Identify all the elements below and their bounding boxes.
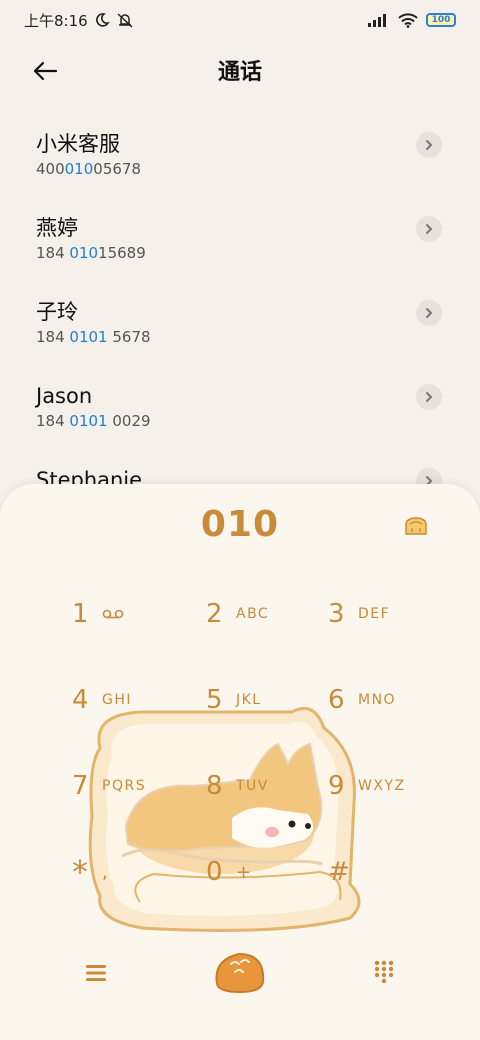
key-5[interactable]: 5 JKL: [206, 670, 316, 730]
key-letters: GHI: [102, 692, 133, 708]
signal-icon: [368, 14, 386, 27]
key-row: 1 2 ABC 3 DEF: [0, 584, 480, 670]
menu-icon[interactable]: [84, 962, 108, 984]
contact-detail-button[interactable]: [416, 300, 442, 326]
key-digit: #: [328, 857, 350, 887]
key-8[interactable]: 8 TUV: [206, 756, 316, 816]
key-7[interactable]: 7 PQRS: [72, 756, 182, 816]
contact-list: 小米客服 40001005678 燕婷 184 01015689 子玲 184 …: [0, 120, 480, 540]
number-match: 010: [64, 160, 94, 178]
contact-name: Jason: [36, 384, 93, 408]
key-digit: 6: [328, 685, 345, 715]
contact-row[interactable]: 小米客服 40001005678: [0, 120, 480, 204]
key-digit: 9: [328, 771, 345, 801]
key-1[interactable]: 1: [72, 584, 182, 644]
key-9[interactable]: 9 WXYZ: [328, 756, 438, 816]
contact-number: 184 0101 0029: [36, 410, 444, 432]
contact-row[interactable]: 燕婷 184 01015689: [0, 204, 480, 288]
key-row: * , 0 + #: [0, 842, 480, 928]
page-title: 通话: [217, 60, 262, 85]
key-digit: 2: [206, 599, 223, 629]
contact-number: 184 01015689: [36, 242, 444, 264]
key-hash[interactable]: #: [328, 842, 438, 902]
contact-row[interactable]: 子玲 184 0101 5678: [0, 288, 480, 372]
key-letters: JKL: [236, 692, 262, 708]
key-digit: 8: [206, 771, 223, 801]
key-digit: 7: [72, 771, 89, 801]
dialer-panel: 010 1 2 ABC 3 DEF 4 GHI 5 JKL 6 MNO 7 PQ…: [0, 484, 480, 1040]
bread-icon[interactable]: [404, 514, 428, 536]
key-letters: PQRS: [102, 778, 147, 794]
key-6[interactable]: 6 MNO: [328, 670, 438, 730]
key-2[interactable]: 2 ABC: [206, 584, 316, 644]
key-digit: 3: [328, 599, 345, 629]
key-letters: DEF: [358, 606, 391, 622]
key-digit: 1: [72, 599, 89, 629]
key-letters: TUV: [236, 778, 269, 794]
key-letters: WXYZ: [358, 778, 406, 794]
contact-detail-button[interactable]: [416, 216, 442, 242]
contact-name: 子玲: [36, 300, 78, 324]
key-row: 4 GHI 5 JKL 6 MNO: [0, 670, 480, 756]
key-star[interactable]: * ,: [72, 842, 182, 902]
dialpad-icon[interactable]: [374, 960, 394, 984]
contact-name: 小米客服: [36, 132, 120, 156]
number-suffix: 15689: [98, 244, 146, 262]
chevron-right-icon: [426, 140, 433, 150]
contact-number: 184 0101 5678: [36, 326, 444, 348]
status-time: 上午8:16: [24, 11, 88, 30]
key-letters: ABC: [236, 606, 270, 622]
back-button[interactable]: [28, 54, 62, 88]
moon-icon: [95, 13, 110, 27]
contact-name: 燕婷: [36, 216, 78, 240]
key-digit: 5: [206, 685, 223, 715]
status-right: 100: [368, 12, 456, 28]
key-0[interactable]: 0 +: [206, 842, 316, 902]
call-button[interactable]: [213, 948, 267, 994]
number-prefix: 400: [36, 160, 65, 178]
number-suffix: 5678: [107, 328, 151, 346]
key-3[interactable]: 3 DEF: [328, 584, 438, 644]
key-letters: +: [236, 861, 253, 883]
status-left: 上午8:16: [24, 10, 134, 31]
number-match: 0101: [69, 328, 108, 346]
number-suffix: 0029: [107, 412, 151, 430]
number-match: 010: [69, 244, 99, 262]
number-prefix: 184: [36, 328, 70, 346]
key-letters: MNO: [358, 692, 397, 708]
key-4[interactable]: 4 GHI: [72, 670, 182, 730]
dialer-bottom-bar: [0, 944, 480, 1004]
key-digit: 0: [206, 857, 223, 887]
chevron-right-icon: [426, 224, 433, 234]
number-suffix: 05678: [93, 160, 141, 178]
contact-number: 40001005678: [36, 158, 444, 180]
key-digit: 4: [72, 685, 89, 715]
contact-detail-button[interactable]: [416, 132, 442, 158]
number-prefix: 184: [36, 412, 70, 430]
key-digit: *: [72, 853, 88, 891]
contact-detail-button[interactable]: [416, 384, 442, 410]
chevron-right-icon: [426, 308, 433, 318]
battery-icon: 100: [426, 13, 456, 27]
keypad: 1 2 ABC 3 DEF 4 GHI 5 JKL 6 MNO 7 PQRS 8…: [0, 584, 480, 928]
key-row: 7 PQRS 8 TUV 9 WXYZ: [0, 756, 480, 842]
mute-bell-icon: [117, 13, 133, 28]
arrow-left-icon: [33, 61, 58, 81]
header: 通话: [0, 48, 480, 92]
status-bar: 上午8:16 100: [0, 0, 480, 40]
number-match: 0101: [69, 412, 108, 430]
voicemail-icon: [102, 609, 124, 619]
contact-row[interactable]: Jason 184 0101 0029: [0, 372, 480, 456]
key-letters: ,: [102, 861, 110, 883]
number-prefix: 184: [36, 244, 70, 262]
wifi-icon: [398, 13, 418, 28]
chevron-right-icon: [426, 392, 433, 402]
